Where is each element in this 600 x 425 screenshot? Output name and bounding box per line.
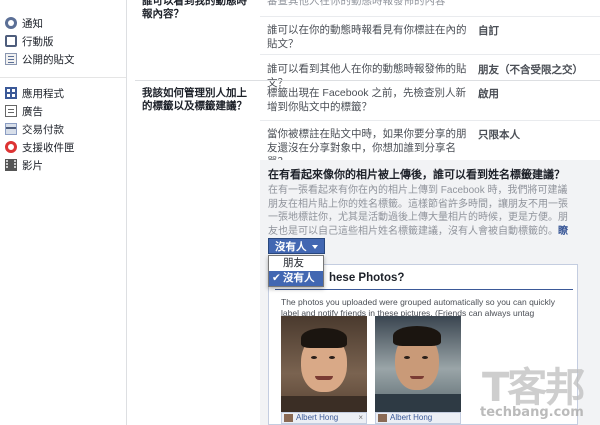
avatar [378, 414, 387, 422]
watermark-url: techbang.com [480, 405, 584, 420]
row-value: 啟用 [478, 88, 499, 100]
dropdown-option-no-one[interactable]: ✔ 沒有人 [269, 271, 323, 286]
settings-row-others-posts[interactable]: 誰可以看到其他人在你的動態時報發佈的貼文？ 朋友（不含受限之交） [260, 54, 600, 89]
settings-icon [5, 17, 17, 29]
sidebar-item-label: 支援收件匣 [22, 141, 75, 154]
sidebar-item-label: 行動版 [22, 35, 54, 48]
apps-icon [5, 87, 17, 99]
row-question: 誰可以在你的動態時報看見有你標註在內的貼文？ [267, 24, 467, 50]
sidebar-item-label: 公開的貼文 [22, 53, 75, 66]
mobile-icon [5, 35, 17, 47]
tag-chip[interactable]: Albert Hong × [281, 412, 367, 424]
section-label: 我該如何管理別人加上的標籤以及標籤建議？ [142, 87, 247, 112]
row-value: 只限本人 [478, 129, 520, 141]
sidebar-item-label: 交易付款 [22, 123, 64, 136]
panel-title: 在有看起來像你的相片被上傳後，誰可以看到姓名標籤建議？ [268, 169, 565, 181]
support-inbox-icon [5, 141, 17, 153]
settings-row-partial[interactable]: 審查其他人在你的動態時報發佈的內容 [260, 0, 600, 10]
chevron-down-icon [311, 245, 318, 249]
sidebar-item-apps[interactable]: 應用程式 [0, 84, 126, 102]
tag-name: Albert Hong [296, 413, 339, 422]
sidebar-item-label: 應用程式 [22, 87, 64, 100]
sidebar-group-1: 通知 行動版 公開的貼文 [0, 0, 126, 68]
option-label: 沒有人 [283, 272, 315, 284]
row-value: 朋友（不含受限之交） [478, 64, 583, 76]
sample-face-photo [375, 316, 461, 412]
row-value: 自訂 [478, 25, 499, 37]
row-question: 審查其他人在你的動態時報發佈的內容 [267, 0, 446, 7]
settings-row-tagged-visibility[interactable]: 誰可以在你的動態時報看見有你標註在內的貼文？ 自訂 [260, 16, 600, 54]
sidebar-item-video[interactable]: 影片 [0, 156, 126, 174]
timeline-review-section: 誰可以看到我的動態時報內容？ 審查其他人在你的動態時報發佈的內容 誰可以在你的動… [127, 0, 600, 89]
sidebar-item-notifications[interactable]: 通知 [0, 14, 126, 32]
sidebar-item-payments[interactable]: 交易付款 [0, 120, 126, 138]
sidebar-item-label: 通知 [22, 17, 43, 30]
sample-face-photo [281, 316, 367, 412]
sidebar-item-mobile[interactable]: 行動版 [0, 32, 126, 50]
section-label: 誰可以看到我的動態時報內容？ [142, 0, 247, 20]
sidebar-item-label: 影片 [22, 159, 43, 172]
settings-row-tag-review[interactable]: 標籤出現在 Facebook 之前，先檢查別人新增到你貼文中的標籤？ 啟用 [260, 80, 600, 120]
card-title: hese Photos? [329, 272, 405, 284]
video-icon [5, 159, 17, 171]
description-text: 在有一張看起來有你在內的相片上傳到 Facebook 時，我們將可建議朋友在相片… [268, 185, 568, 237]
dropdown-selected-label: 沒有人 [275, 241, 307, 253]
tag-name: Albert Hong [390, 413, 433, 422]
ads-icon [5, 105, 17, 117]
close-icon[interactable]: × [358, 413, 363, 423]
dropdown-option-friends[interactable]: 朋友 [269, 256, 323, 271]
card-divider [275, 289, 573, 290]
site-watermark: T客邦 techbang.com [470, 355, 600, 425]
row-question: 標籤出現在 Facebook 之前，先檢查別人新增到你貼文中的標籤？ [267, 87, 466, 113]
sidebar-group-2: 應用程式 廣告 交易付款 支援收件匣 影片 [0, 84, 126, 174]
checkmark-icon: ✔ [272, 272, 281, 284]
settings-row-tag-audience[interactable]: 當你被標註在貼文中時，如果你要分享的朋友還沒在分享對象中，你想加誰到分享名單？ … [260, 120, 600, 168]
sidebar-item-support-inbox[interactable]: 支援收件匣 [0, 138, 126, 156]
sidebar-divider [0, 77, 126, 78]
audience-dropdown-button[interactable]: 沒有人 [268, 238, 325, 254]
sidebar-item-public-posts[interactable]: 公開的貼文 [0, 50, 126, 68]
audience-dropdown-menu: 朋友 ✔ 沒有人 [268, 255, 324, 287]
sidebar-item-label: 廣告 [22, 105, 43, 118]
public-posts-icon [5, 53, 17, 65]
sidebar-item-ads[interactable]: 廣告 [0, 102, 126, 120]
payments-icon [5, 123, 17, 135]
avatar [284, 414, 293, 422]
option-label: 朋友 [283, 257, 304, 269]
settings-sidebar: 通知 行動版 公開的貼文 應用程式 廣告 交易付款 支援收件匣 影片 [0, 0, 127, 425]
tag-chip[interactable]: Albert Hong [375, 412, 461, 424]
